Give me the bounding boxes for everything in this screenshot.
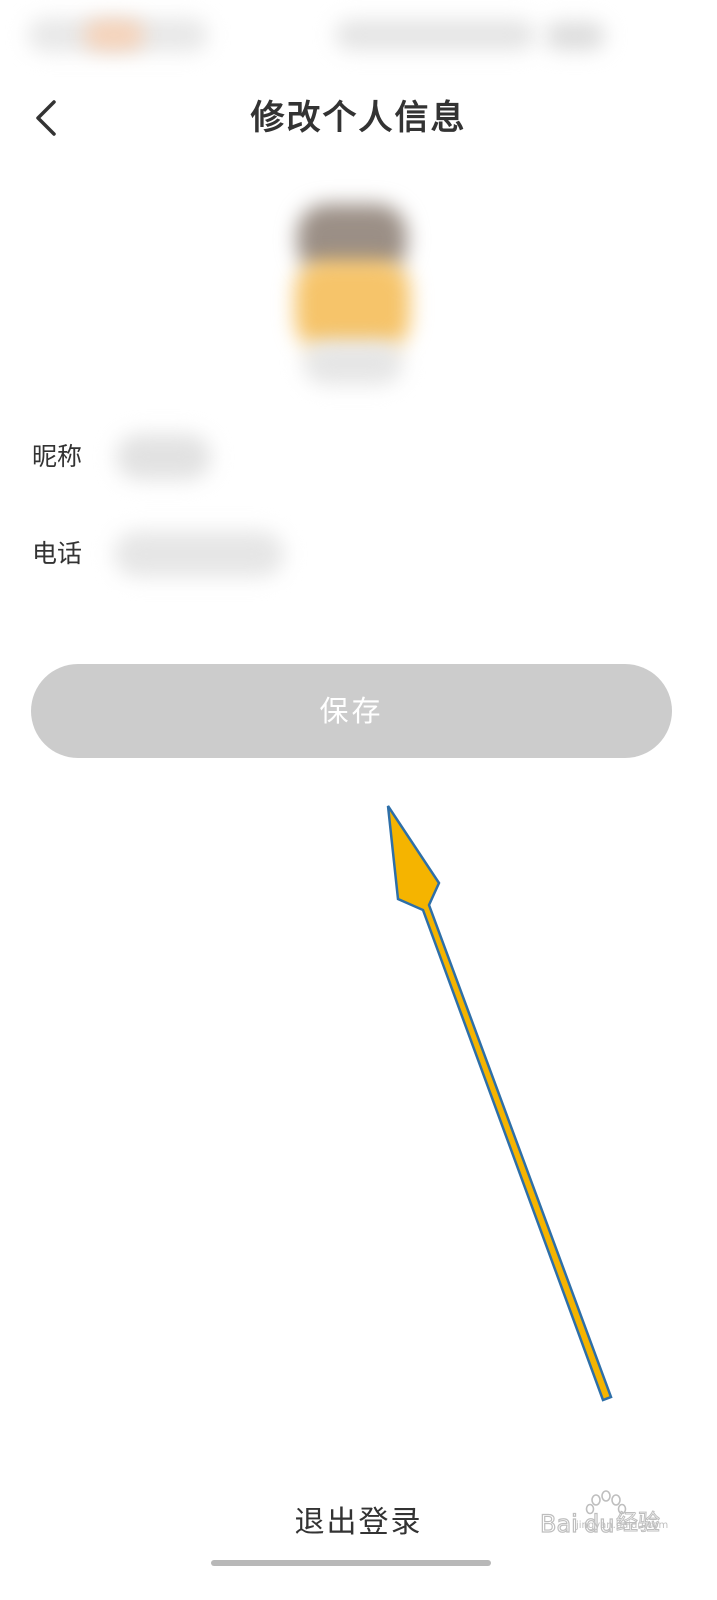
page-title: 修改个人信息 <box>250 98 467 138</box>
phone-input[interactable] <box>96 519 296 589</box>
nickname-input[interactable] <box>96 422 226 492</box>
status-bar <box>0 0 717 64</box>
status-bar-right-blurred <box>335 20 535 50</box>
nickname-label: 昵称 <box>32 442 83 471</box>
phone-label: 电话 <box>32 539 83 568</box>
watermark: Bai du 经验 jingyan.baidu.com <box>536 1490 676 1550</box>
arrow-shape <box>386 805 613 1402</box>
avatar-body-blurred <box>295 260 410 350</box>
status-bar-battery-blurred <box>545 22 605 50</box>
avatar-base-blurred <box>303 340 403 385</box>
svg-text:Bai: Bai <box>540 1510 578 1538</box>
avatar[interactable] <box>285 200 420 400</box>
home-indicator[interactable] <box>211 1560 491 1566</box>
nickname-value-blurred <box>116 434 211 480</box>
status-bar-avatar-blurred <box>84 20 144 50</box>
phone-value-blurred <box>114 531 284 577</box>
watermark-url: jingyan.baidu.com <box>576 1520 669 1531</box>
save-button[interactable]: 保存 <box>31 664 672 758</box>
